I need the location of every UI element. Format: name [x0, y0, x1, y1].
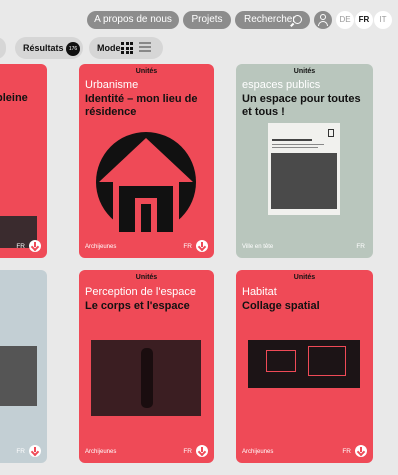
resource-card[interactable]: pleine FR: [0, 64, 47, 258]
card-photo: [91, 340, 201, 416]
download-icon[interactable]: [355, 445, 367, 457]
card-author: Archijeunes: [85, 244, 117, 250]
card-author: Ville en tête: [242, 244, 274, 250]
user-account-button[interactable]: [314, 11, 332, 29]
card-photo: [0, 346, 37, 406]
document-logo-icon: [328, 129, 334, 137]
card-subject: espaces publics: [242, 79, 321, 91]
download-icon[interactable]: [29, 445, 41, 457]
user-icon: [320, 14, 326, 20]
document-thumbnail: [268, 123, 340, 215]
card-subject: Urbanisme: [85, 79, 139, 91]
view-mode-pill: Mode: [89, 37, 163, 59]
prev-filter-pill[interactable]: [0, 37, 6, 59]
download-icon[interactable]: [196, 445, 208, 457]
nav-projects-link[interactable]: Projets: [183, 11, 231, 29]
card-language: FR: [183, 243, 192, 250]
grid-view-icon[interactable]: [121, 42, 133, 54]
house-illustration: [96, 132, 196, 232]
resource-card[interactable]: Unités Urbanisme Identité – mon lieu de …: [79, 64, 214, 258]
card-title: Identité – mon lieu de résidence: [85, 93, 198, 119]
resource-card[interactable]: FR: [0, 270, 47, 463]
card-category: Unités: [293, 68, 316, 75]
card-category: Unités: [293, 274, 316, 281]
download-icon[interactable]: [29, 240, 41, 252]
card-title: pleine: [0, 92, 28, 104]
card-title: Collage spatial: [242, 300, 320, 312]
resource-card[interactable]: Unités espaces publics Un espace pour to…: [236, 64, 373, 258]
card-category: Unités: [135, 274, 158, 281]
search-label: Rechercher: [244, 14, 296, 25]
search-icon: [293, 15, 302, 24]
resource-card[interactable]: Unités Perception de l'espace Le corps e…: [79, 270, 214, 463]
lang-de-button[interactable]: DE: [336, 11, 354, 29]
resource-card[interactable]: Unités Habitat Collage spatial Archijeun…: [236, 270, 373, 463]
card-subject: Habitat: [242, 286, 277, 298]
card-language: FR: [16, 243, 25, 250]
lang-fr-button[interactable]: FR: [355, 11, 373, 29]
card-language: FR: [183, 448, 192, 455]
card-category: Unités: [135, 68, 158, 75]
results-count: 176: [66, 41, 81, 56]
card-subject: Perception de l'espace: [85, 286, 196, 298]
card-title: Le corps et l'espace: [85, 300, 190, 312]
results-pill: Résultats 176: [15, 37, 83, 59]
card-language: FR: [356, 243, 365, 250]
results-label: Résultats: [23, 43, 64, 53]
list-view-icon[interactable]: [139, 42, 151, 54]
search-button[interactable]: Rechercher: [235, 11, 310, 29]
card-author: Archijeunes: [85, 449, 117, 455]
document-photo: [271, 153, 337, 209]
collage-image: [248, 340, 360, 388]
mode-label: Mode: [97, 43, 121, 53]
lang-it-button[interactable]: IT: [374, 11, 392, 29]
card-author: Archijeunes: [242, 449, 274, 455]
download-icon[interactable]: [196, 240, 208, 252]
card-title: Un espace pour toutes et tous !: [242, 93, 361, 119]
nav-about-link[interactable]: A propos de nous: [87, 11, 179, 29]
card-language: FR: [342, 448, 351, 455]
card-language: FR: [16, 448, 25, 455]
